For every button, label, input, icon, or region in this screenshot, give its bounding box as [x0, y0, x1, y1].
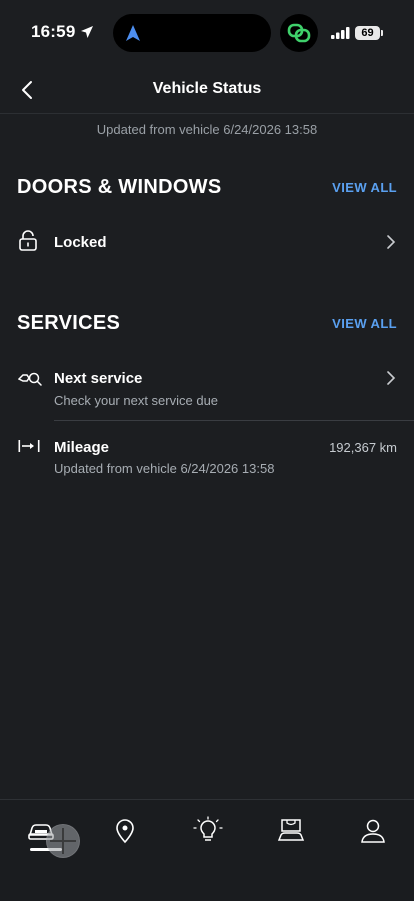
service-icon	[18, 372, 42, 386]
updated-timestamp: Updated from vehicle 6/24/2026 13:58	[96, 122, 318, 137]
list-item-label: Next service	[54, 370, 143, 387]
lightbulb-icon[interactable]	[193, 816, 223, 846]
shop-icon[interactable]	[276, 816, 306, 846]
mileage-icon	[18, 440, 40, 452]
battery-tip	[381, 30, 383, 36]
section-title-doors-windows: DOORS & WINDOWS	[17, 176, 222, 198]
page-title: Vehicle Status	[152, 80, 262, 97]
list-divider	[54, 420, 414, 421]
chevron-right-icon	[387, 371, 396, 385]
navigation-icon	[126, 25, 140, 41]
tab-bar	[0, 799, 414, 901]
list-item-subtitle: Updated from vehicle 6/24/2026 13:58	[54, 461, 275, 476]
list-item-label: Mileage	[54, 439, 110, 456]
status-time: 16:59	[31, 22, 76, 41]
battery-icon: 69	[355, 26, 380, 40]
section-title-services: SERVICES	[17, 312, 121, 334]
list-item-next-service[interactable]: Next service Check your next service due	[0, 360, 414, 418]
list-item-mileage: Mileage Updated from vehicle 6/24/2026 1…	[0, 430, 414, 486]
status-bar: 16:59 69	[0, 0, 414, 66]
map-pin-icon[interactable]	[110, 816, 140, 846]
mileage-value: 192,367 km	[329, 440, 397, 455]
signal-icon	[331, 27, 350, 39]
list-item-locked[interactable]: Locked	[0, 222, 414, 262]
view-all-doors-windows-button[interactable]: VIEW ALL	[332, 180, 397, 195]
list-item-label: Locked	[54, 234, 107, 251]
avatar-badge	[46, 824, 80, 858]
location-arrow-icon	[81, 26, 93, 38]
profile-icon[interactable]	[358, 816, 388, 846]
list-item-subtitle: Check your next service due	[54, 393, 219, 408]
lock-icon	[19, 230, 37, 251]
chevron-right-icon	[387, 235, 396, 249]
navigation-bar: Vehicle Status	[0, 66, 414, 114]
app-link-icon	[280, 14, 318, 52]
view-all-services-button[interactable]: VIEW ALL	[332, 316, 397, 331]
dynamic-island	[113, 14, 271, 52]
